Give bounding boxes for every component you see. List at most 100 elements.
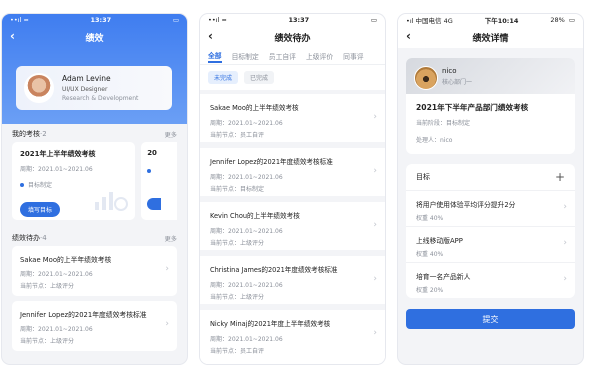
- assess-card-period: 周期：2021.01~2021.06: [20, 166, 93, 173]
- list-item-node: 当前节点：员工自评: [210, 132, 265, 139]
- add-goal-icon[interactable]: +: [555, 171, 565, 183]
- list-item-period: 周期：2021.01~2021.06: [210, 174, 283, 181]
- tab-bar: 全部 目标制定 员工自评 上级评价 同事评: [200, 48, 385, 65]
- list-item-node: 当前节点：上级评分: [210, 294, 265, 301]
- my-assess-count: ·2: [40, 130, 47, 138]
- plan-card: nico 核心部门一 2021年下半年产品部门绩效考核 当前阶段：目标制定 处理…: [406, 58, 575, 154]
- assess-card-stage-label: 目标制定: [28, 182, 53, 189]
- todo-more-link[interactable]: 更多: [165, 234, 177, 243]
- battery-icon: ▭: [172, 16, 179, 24]
- status-time: 13:37: [90, 16, 112, 24]
- todo-count: ·4: [40, 234, 47, 242]
- status-bar: ••ıl ≈ 13:37 ▭: [2, 14, 187, 26]
- user-name: nico: [442, 67, 457, 75]
- tab-peer-review[interactable]: 同事评: [343, 51, 363, 61]
- chevron-right-icon: ›: [373, 328, 377, 338]
- list-item[interactable]: Jennifer Lopez的2021年度绩效考核标准 周期：2021.01~2…: [200, 148, 385, 202]
- tab-self-review[interactable]: 员工自评: [269, 51, 296, 61]
- list-item[interactable]: Nicky Minaj的2021年度上半年绩效考核 周期：2021.01~202…: [200, 310, 385, 364]
- chevron-right-icon: ›: [373, 166, 377, 176]
- nav-bar: ‹ 绩效: [2, 26, 187, 48]
- chevron-right-icon: ›: [563, 202, 567, 212]
- nav-bar: ‹ 绩效详情: [398, 26, 583, 48]
- chevron-right-icon: ›: [165, 264, 169, 274]
- plan-title: 2021年下半年产品部门绩效考核: [416, 103, 529, 112]
- todo-card[interactable]: Sakae Moo的上半年绩效考核 周期：2021.01~2021.06 当前节…: [12, 246, 177, 296]
- user-dept: 核心部门一: [442, 79, 473, 86]
- filter-incomplete[interactable]: 未完成: [208, 71, 239, 84]
- list-item-title: Nicky Minaj的2021年度上半年绩效考核: [210, 320, 331, 328]
- chevron-right-icon: ›: [373, 112, 377, 122]
- submit-button[interactable]: 提交: [406, 309, 575, 329]
- page-title: 绩效详情: [472, 33, 509, 44]
- list-item[interactable]: Christina James的2021年度绩效考核标准 周期：2021.01~…: [200, 256, 385, 310]
- list-item-title: Sakae Moo的上半年绩效考核: [210, 104, 299, 112]
- fill-goal-button-partial[interactable]: [147, 198, 162, 210]
- plan-stage: 当前阶段：目标制定: [416, 120, 471, 127]
- page-title: 绩效: [85, 33, 104, 44]
- status-time: 下午10:14: [484, 17, 519, 25]
- goal-title: 将用户使用体验平均评分提升2分: [416, 201, 516, 209]
- goal-item[interactable]: 将用户使用体验平均评分提升2分 权重 40% ›: [406, 190, 575, 226]
- fill-goal-button[interactable]: 填写目标: [20, 202, 61, 217]
- tab-manager-review[interactable]: 上级评价: [306, 51, 333, 61]
- list-item-node: 当前节点：上级评分: [210, 240, 265, 247]
- todo-period: 周期：2021.01~2021.06: [20, 271, 93, 278]
- battery-icon: ▭: [370, 16, 377, 24]
- filter-complete[interactable]: 已完成: [244, 71, 275, 84]
- todo-node: 当前节点：上级评分: [20, 283, 75, 290]
- goal-item[interactable]: 培育一名产品新人 权重 20% ›: [406, 262, 575, 298]
- list-item-title: Christina James的2021年度绩效考核标准: [210, 266, 338, 274]
- list-item-period: 周期：2021.01~2021.06: [210, 336, 283, 343]
- status-filter: 未完成 已完成: [200, 65, 385, 90]
- list-item-period: 周期：2021.01~2021.06: [210, 120, 283, 127]
- list-item[interactable]: Kevin Chou的上半年绩效考核 周期：2021.01~2021.06 当前…: [200, 202, 385, 256]
- assess-carousel[interactable]: 2021年上半年绩效考核 周期：2021.01~2021.06 目标制定 填写目…: [2, 142, 187, 220]
- todo-card[interactable]: Jennifer Lopez的2021年度绩效考核标准 周期：2021.01~2…: [12, 301, 177, 351]
- my-assess-more-link[interactable]: 更多: [165, 130, 177, 139]
- signal-status: •ıl 中国电信 4G: [406, 17, 453, 25]
- chevron-right-icon: ›: [165, 319, 169, 329]
- avatar: [414, 66, 438, 90]
- todo-node: 当前节点：上级评分: [20, 338, 75, 345]
- back-icon[interactable]: ‹: [406, 29, 411, 43]
- stage-dot-icon: [20, 182, 24, 187]
- assess-card-partial[interactable]: 20: [141, 142, 177, 220]
- status-time: 13:37: [288, 16, 310, 24]
- signal-status: ••ıl ≈: [208, 16, 227, 24]
- list-item-period: 周期：2021.01~2021.06: [210, 282, 283, 289]
- battery-icon: ▭: [568, 16, 575, 24]
- assess-card-title: 2021年上半年绩效考核: [20, 150, 96, 158]
- avatar: [24, 73, 54, 103]
- todo-header: 绩效待办·4 更多: [2, 230, 187, 246]
- list-item-title: Jennifer Lopez的2021年度绩效考核标准: [210, 158, 333, 166]
- chart-illustration-icon: [95, 192, 129, 211]
- profile-dept: Research & Development: [62, 95, 139, 102]
- status-bar: •ıl 中国电信 4G 下午10:14 28% ▭: [398, 14, 583, 26]
- profile-card[interactable]: Adam Levine UI/UX Designer Research & De…: [16, 66, 172, 110]
- chevron-right-icon: ›: [563, 238, 567, 248]
- top-bar: •ıl 中国电信 4G 下午10:14 28% ▭ ‹ 绩效详情: [398, 14, 583, 48]
- chevron-right-icon: ›: [563, 274, 567, 284]
- chevron-right-icon: ›: [373, 274, 377, 284]
- profile-role: UI/UX Designer: [62, 86, 108, 93]
- goal-title: 上线移动版APP: [416, 237, 463, 245]
- goal-weight: 权重 40%: [416, 215, 444, 222]
- phone-performance-detail: •ıl 中国电信 4G 下午10:14 28% ▭ ‹ 绩效详情 nico 核心部…: [398, 14, 583, 364]
- assess-card[interactable]: 2021年上半年绩效考核 周期：2021.01~2021.06 目标制定 填写目…: [12, 142, 136, 220]
- list-item[interactable]: Sakae Moo的上半年绩效考核 周期：2021.01~2021.06 当前节…: [200, 94, 385, 148]
- signal-status: ••ıl ≈: [10, 16, 29, 24]
- tab-goal-setting[interactable]: 目标制定: [232, 51, 259, 61]
- battery-level: 28%: [550, 16, 565, 24]
- tab-all[interactable]: 全部: [208, 50, 222, 63]
- todo-title-text: Jennifer Lopez的2021年度绩效考核标准: [20, 311, 147, 319]
- phone-performance-todo: ••ıl ≈ 13:37 ▭ ‹ 绩效待办 全部 目标制定 员工自评 上级评价 …: [200, 14, 385, 364]
- back-icon[interactable]: ‹: [208, 29, 213, 43]
- hero-header: ••ıl ≈ 13:37 ▭ ‹ 绩效 Adam Levine UI/UX De…: [2, 14, 187, 124]
- back-icon[interactable]: ‹: [10, 29, 15, 43]
- todo-title: 绩效待办: [12, 234, 40, 242]
- list-item-node: 当前节点：目标制定: [210, 186, 265, 193]
- nav-bar: ‹ 绩效待办: [200, 26, 385, 48]
- phone-performance-home: ••ıl ≈ 13:37 ▭ ‹ 绩效 Adam Levine UI/UX De…: [2, 14, 187, 364]
- goal-item[interactable]: 上线移动版APP 权重 40% ›: [406, 226, 575, 262]
